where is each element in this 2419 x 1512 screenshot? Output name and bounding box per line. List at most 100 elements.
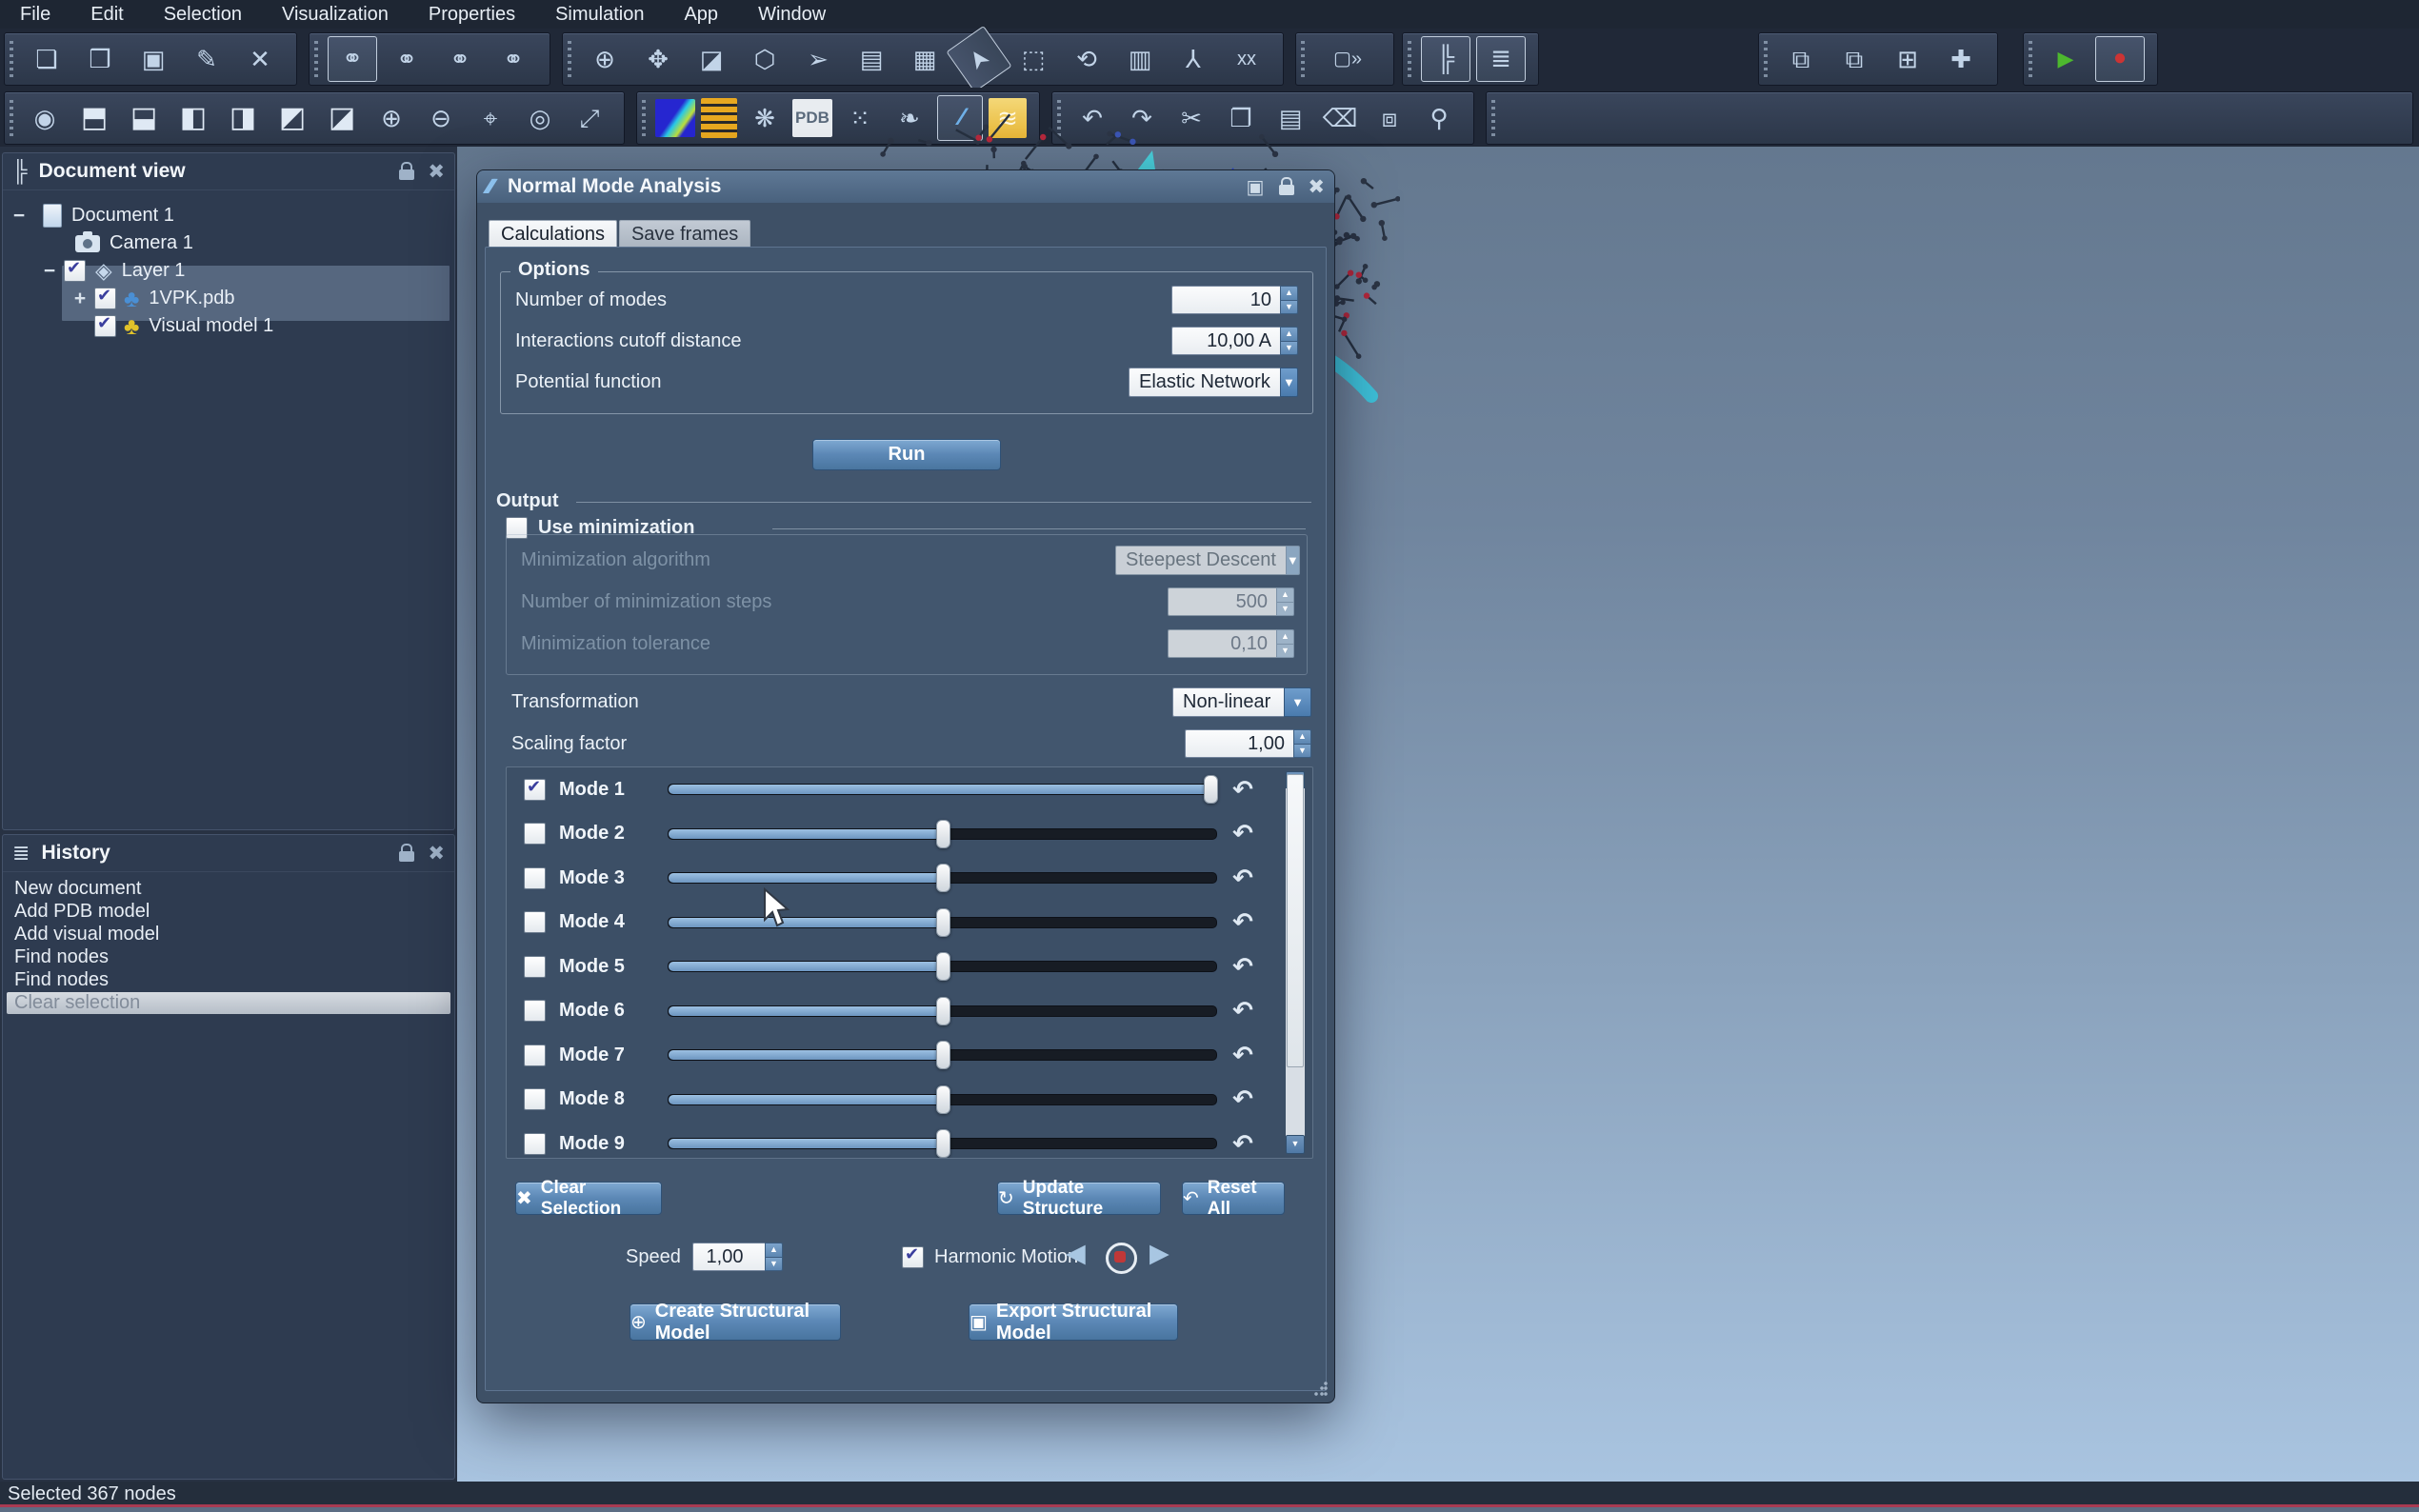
scroll-down-icon[interactable]: ▼ <box>1286 1135 1305 1154</box>
open-document-icon[interactable]: ❒ <box>76 37 124 81</box>
menu-selection[interactable]: Selection <box>144 0 262 29</box>
slider-handle[interactable] <box>936 1041 950 1069</box>
mode-reset-icon[interactable]: ↶ <box>1227 864 1259 893</box>
close-panel-icon[interactable]: ✖ <box>428 842 445 865</box>
scaling-factor-value[interactable]: 1,00 <box>1185 729 1293 758</box>
scaling-factor-spinbox[interactable]: 1,00 ▲▼ <box>1185 729 1311 758</box>
mode-list-scrollbar[interactable]: ▲ ▼ <box>1286 771 1305 1154</box>
mode-reset-icon[interactable]: ↶ <box>1227 952 1259 982</box>
mode-checkbox[interactable] <box>524 779 546 801</box>
mode-checkbox[interactable] <box>524 956 546 978</box>
dropdown-arrow-icon[interactable]: ▼ <box>1284 687 1311 717</box>
clear-selection-button[interactable]: ✖ Clear Selection <box>515 1182 662 1215</box>
slider-handle[interactable] <box>936 1085 950 1114</box>
mode-reset-icon[interactable]: ↶ <box>1227 775 1259 805</box>
view-top-icon[interactable]: ◩ <box>270 96 314 140</box>
previous-frame-icon[interactable]: ◀ <box>1066 1239 1086 1268</box>
add-camera-icon[interactable]: ◉ <box>23 96 67 140</box>
layer-visibility-checkbox[interactable] <box>64 260 86 282</box>
stop-playback-icon[interactable] <box>1106 1243 1137 1274</box>
pin-panel-icon[interactable] <box>399 851 414 862</box>
mode-checkbox[interactable] <box>524 1044 546 1066</box>
collapse-icon[interactable]: − <box>41 260 58 283</box>
spin-down-icon[interactable]: ▼ <box>1280 341 1298 356</box>
mode-amplitude-slider[interactable] <box>668 1094 1217 1105</box>
spin-up-icon[interactable]: ▲ <box>1280 327 1298 341</box>
update-structure-button[interactable]: ↻ Update Structure <box>997 1182 1161 1215</box>
reset-all-button[interactable]: ↶ Reset All <box>1182 1182 1285 1215</box>
rect-select-tool-icon[interactable]: ⬚ <box>1010 37 1057 81</box>
tree-node-layer[interactable]: − ◈ Layer 1 <box>3 257 450 285</box>
tree-node-pdb[interactable]: + ♣ 1VPK.pdb <box>3 285 450 312</box>
menu-properties[interactable]: Properties <box>409 0 535 29</box>
spin-arrows[interactable]: ▲▼ <box>1280 286 1298 314</box>
potential-function-dropdown[interactable]: Elastic Network ▼ <box>1129 368 1298 397</box>
mode-reset-icon[interactable]: ↶ <box>1227 996 1259 1025</box>
viewport-settings-icon[interactable]: ▢» <box>1314 37 1381 81</box>
spin-arrows[interactable]: ▲▼ <box>1280 327 1298 355</box>
history-item[interactable]: Add visual model <box>7 924 450 945</box>
spin-up-icon[interactable]: ▲ <box>765 1243 783 1257</box>
view-bottom-icon[interactable]: ◪ <box>320 96 364 140</box>
show-selection-icon[interactable]: ⚭ <box>383 37 430 81</box>
mode-amplitude-slider[interactable] <box>668 917 1217 928</box>
dialog-tab[interactable]: Save frames <box>619 220 750 249</box>
dialog-resize-grip[interactable] <box>1313 1382 1329 1397</box>
visual-model-visibility-checkbox[interactable] <box>94 315 116 337</box>
flash-selection-icon[interactable]: ⚭ <box>436 37 484 81</box>
mode-amplitude-slider[interactable] <box>668 1049 1217 1061</box>
scrollbar-thumb[interactable] <box>1287 774 1304 1067</box>
history-item[interactable]: New document <box>7 878 450 900</box>
movie-app-icon[interactable] <box>701 98 737 138</box>
hide-selection-icon[interactable]: ⚭ <box>328 36 377 82</box>
close-panel-icon[interactable]: ✖ <box>428 160 445 184</box>
ruler-tool-icon[interactable]: ▥ <box>1116 37 1164 81</box>
spin-up-icon[interactable]: ▲ <box>1293 729 1311 744</box>
mode-amplitude-slider[interactable] <box>668 961 1217 972</box>
slider-handle[interactable] <box>936 1129 950 1158</box>
orbit-selection-icon[interactable]: ⚭ <box>490 37 537 81</box>
close-document-icon[interactable]: ✕ <box>236 37 284 81</box>
spin-arrows[interactable]: ▲▼ <box>765 1243 783 1271</box>
mode-checkbox[interactable] <box>524 1000 546 1022</box>
close-dialog-icon[interactable]: ✖ <box>1308 175 1325 199</box>
spin-down-icon[interactable]: ▼ <box>765 1257 783 1272</box>
history-item[interactable]: Clear selection <box>7 992 450 1014</box>
record-simulation-icon[interactable]: ● <box>2095 36 2145 82</box>
collapse-icon[interactable]: − <box>10 205 28 228</box>
tree-node-visual-model[interactable]: ♣ Visual model 1 <box>3 312 450 340</box>
twist-tool-icon[interactable]: xx <box>1223 37 1270 81</box>
slider-handle[interactable] <box>936 908 950 937</box>
history-toggle-icon[interactable]: ≣ <box>1476 36 1526 82</box>
lasso-tool-icon[interactable]: ➢ <box>794 37 842 81</box>
tree-node-document[interactable]: − Document 1 <box>3 202 450 229</box>
harmonic-motion-checkbox[interactable] <box>902 1246 924 1268</box>
menu-file[interactable]: File <box>0 0 70 29</box>
view-back-icon[interactable]: ⬓ <box>122 96 166 140</box>
cutoff-distance-spinbox[interactable]: 10,00 A ▲▼ <box>1171 327 1298 355</box>
slider-handle[interactable] <box>1204 775 1218 804</box>
expand-icon[interactable]: + <box>71 288 89 310</box>
play-simulation-icon[interactable]: ▶ <box>2042 37 2089 81</box>
zoom-out-icon[interactable]: ⊖ <box>419 96 463 140</box>
erase-tool-icon[interactable]: ◪ <box>688 37 735 81</box>
zoom-region-icon[interactable]: ⌖ <box>469 96 512 140</box>
pdb-visibility-checkbox[interactable] <box>94 288 116 309</box>
menu-visualization[interactable]: Visualization <box>262 0 409 29</box>
number-of-modes-spinbox[interactable]: 10 ▲▼ <box>1171 286 1298 314</box>
document-view-toggle-icon[interactable]: ╠ <box>1421 36 1470 82</box>
menu-simulation[interactable]: Simulation <box>535 0 664 29</box>
dropdown-arrow-icon[interactable]: ▼ <box>1280 368 1298 397</box>
add-group-icon[interactable]: ⊞ <box>1884 37 1931 81</box>
mode-amplitude-slider[interactable] <box>668 872 1217 884</box>
slider-handle[interactable] <box>936 952 950 981</box>
deselect-layer-icon[interactable]: ⧉ <box>1830 37 1878 81</box>
menu-app[interactable]: App <box>664 0 738 29</box>
mode-checkbox[interactable] <box>524 867 546 889</box>
speed-value[interactable]: 1,00 <box>692 1243 765 1271</box>
tree-node-camera[interactable]: Camera 1 <box>3 229 450 257</box>
find-icon[interactable]: ⚲ <box>1417 96 1461 140</box>
stripes-tool-icon[interactable]: ▤ <box>848 37 895 81</box>
new-document-icon[interactable]: ❏ <box>23 37 70 81</box>
mode-reset-icon[interactable]: ↶ <box>1227 1084 1259 1114</box>
